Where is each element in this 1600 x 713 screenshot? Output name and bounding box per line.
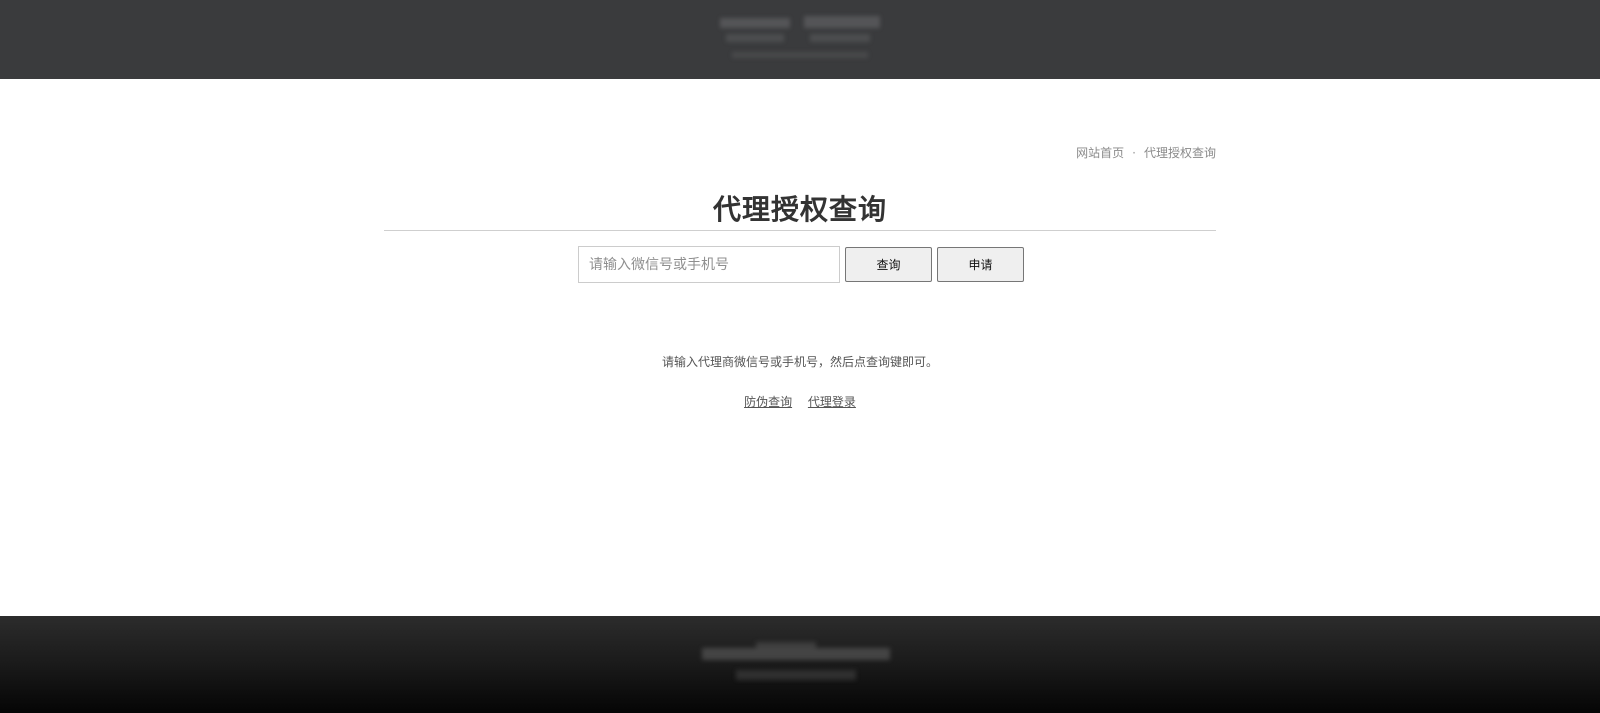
breadcrumb-current-link[interactable]: 代理授权查询: [1144, 144, 1216, 161]
page-title: 代理授权查询: [712, 193, 887, 226]
search-input[interactable]: [578, 246, 840, 283]
blurred-logo-icon[interactable]: [712, 8, 888, 70]
blurred-footer-logo-icon: [702, 642, 890, 680]
title-divider: [384, 230, 1216, 231]
breadcrumb-separator: ·: [1132, 145, 1136, 160]
search-form: 查询 申请: [578, 246, 1024, 283]
anti-fake-query-link[interactable]: 防伪查询: [744, 395, 792, 409]
apply-button[interactable]: 申请: [937, 247, 1024, 282]
site-header: [0, 0, 1600, 79]
bottom-links: 防伪查询 代理登录: [384, 393, 1216, 410]
page: 网站首页 · 代理授权查询 代理授权查询 查询 申请 请输入代理商微信号或手机号…: [0, 0, 1600, 713]
site-footer: [0, 616, 1600, 713]
agent-login-link[interactable]: 代理登录: [808, 395, 856, 409]
hint-text: 请输入代理商微信号或手机号，然后点查询键即可。: [661, 355, 938, 369]
breadcrumb-home-link[interactable]: 网站首页: [1076, 144, 1124, 161]
query-button[interactable]: 查询: [845, 247, 932, 282]
breadcrumb: 网站首页 · 代理授权查询: [1076, 144, 1216, 161]
